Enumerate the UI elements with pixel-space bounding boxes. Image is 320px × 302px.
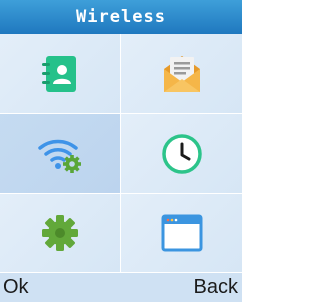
menu-item-clock[interactable] — [121, 114, 242, 194]
menu-item-browser[interactable] — [121, 194, 242, 273]
menu-item-wifi-settings[interactable] — [0, 114, 121, 194]
ok-softkey[interactable]: Ok — [3, 276, 29, 299]
menu-grid — [0, 34, 242, 273]
title-bar: Wireless — [0, 0, 242, 34]
softkey-bar: Ok Back — [0, 273, 242, 302]
screen: Wireless Ok Back — [0, 0, 242, 302]
clock-icon — [161, 133, 202, 174]
gear-icon — [42, 215, 78, 251]
contacts-icon — [42, 55, 76, 92]
back-softkey[interactable]: Back — [194, 276, 238, 299]
menu-item-contacts[interactable] — [0, 34, 121, 114]
page-title: Wireless — [76, 7, 166, 27]
message-icon — [163, 55, 200, 92]
browser-window-icon — [161, 214, 202, 252]
menu-item-settings[interactable] — [0, 194, 121, 273]
wifi-settings-icon — [38, 139, 81, 173]
menu-item-messages[interactable] — [121, 34, 242, 114]
